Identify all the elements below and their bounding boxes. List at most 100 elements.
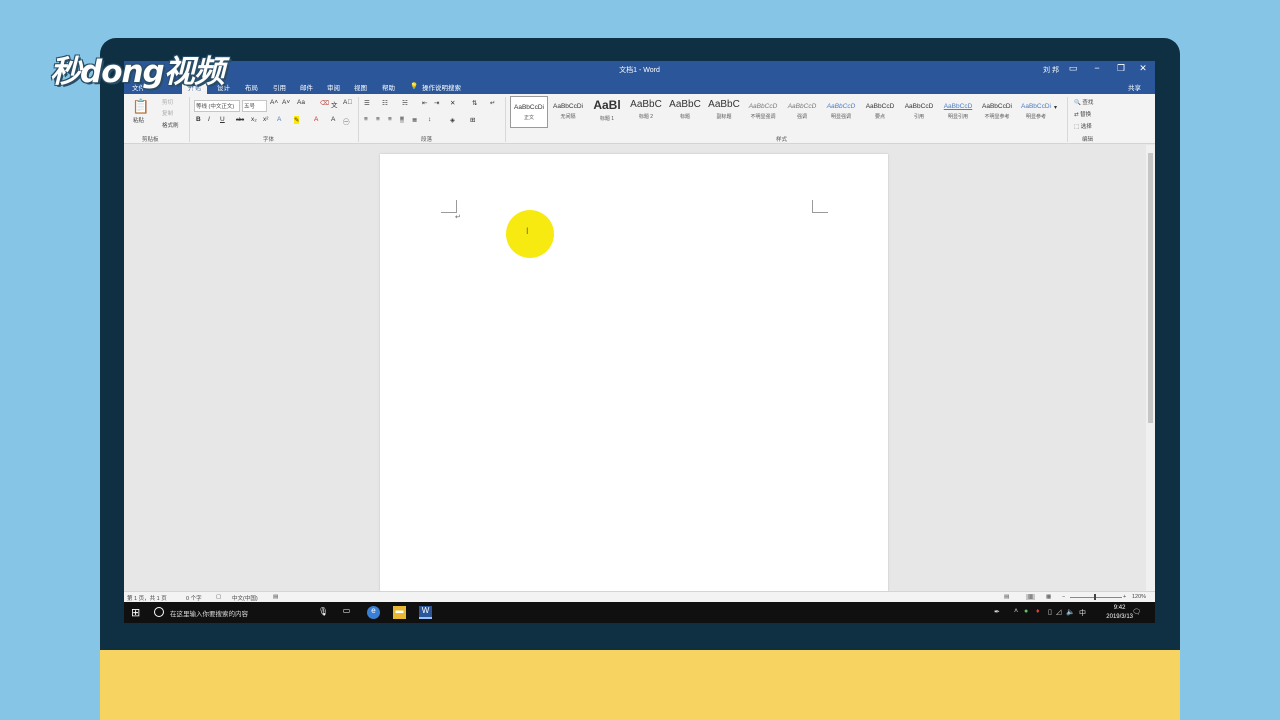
pen-icon[interactable]: ✒: [994, 608, 1000, 616]
subscript-button[interactable]: x₂: [251, 116, 257, 123]
select-button[interactable]: ⬚ 选择: [1074, 122, 1092, 130]
security-icon[interactable]: ♦: [1036, 608, 1040, 615]
styles-more-icon[interactable]: ▾: [1054, 104, 1057, 111]
bullets-icon[interactable]: ☰: [364, 99, 370, 107]
increase-indent-icon[interactable]: ⇥: [434, 99, 439, 107]
align-left-icon[interactable]: ≡: [364, 116, 368, 123]
text-effects-icon[interactable]: A: [277, 116, 281, 123]
shrink-font-icon[interactable]: A˅: [282, 99, 290, 106]
find-button[interactable]: 🔍 查找: [1074, 98, 1093, 106]
tell-me-search[interactable]: 操作说明搜索: [422, 82, 461, 92]
close-icon[interactable]: ✕: [1137, 63, 1149, 74]
format-painter-button[interactable]: 格式刷: [162, 121, 179, 129]
share-button[interactable]: 共享: [1128, 82, 1141, 92]
style-item[interactable]: AaBbCcD 明显强调: [822, 96, 860, 128]
zoom-slider[interactable]: [1070, 597, 1122, 598]
tab-references[interactable]: 引用: [273, 82, 286, 92]
print-layout-icon[interactable]: ▥: [1026, 594, 1036, 600]
font-name-select[interactable]: 等线 (中文正文): [194, 100, 240, 112]
line-spacing-icon[interactable]: ↕: [428, 116, 431, 123]
ribbon-display-icon[interactable]: ▭: [1067, 63, 1079, 74]
paste-button[interactable]: 粘贴: [133, 116, 144, 124]
restore-icon[interactable]: ❐: [1115, 63, 1127, 74]
char-border-icon[interactable]: A⃞: [343, 99, 352, 106]
vertical-scrollbar[interactable]: [1146, 145, 1155, 591]
style-item[interactable]: AaBbCcD 要点: [861, 96, 899, 128]
style-item[interactable]: AaBbCcD 不明显强调: [744, 96, 782, 128]
browser-icon[interactable]: e: [367, 606, 380, 619]
align-center-icon[interactable]: ≡: [376, 116, 380, 123]
minimize-icon[interactable]: −: [1091, 63, 1103, 73]
bold-button[interactable]: B: [196, 116, 201, 123]
style-item[interactable]: AaBbCcDi 不明显参考: [978, 96, 1016, 128]
word-taskbar-icon[interactable]: W: [419, 606, 432, 619]
distributed-icon[interactable]: ≣: [412, 116, 417, 124]
zoom-slider-thumb[interactable]: [1094, 594, 1096, 600]
tray-app-icon[interactable]: ▯: [1048, 608, 1052, 616]
tab-view[interactable]: 视图: [354, 82, 367, 92]
char-shading-icon[interactable]: A: [331, 116, 335, 123]
underline-button[interactable]: U: [220, 116, 225, 123]
style-item[interactable]: AaBbCcDi 正文: [510, 96, 548, 128]
style-item[interactable]: AaBbCcDi 无间隔: [549, 96, 587, 128]
notifications-icon[interactable]: 🗨: [1132, 608, 1141, 616]
wechat-icon[interactable]: ●: [1024, 608, 1028, 615]
zoom-in-icon[interactable]: +: [1123, 594, 1126, 600]
word-count[interactable]: 0 个字: [186, 594, 202, 602]
user-name[interactable]: 刘 邦: [1043, 65, 1059, 75]
style-item[interactable]: AaBbCcD 明显引用: [939, 96, 977, 128]
enclose-char-icon[interactable]: ㊀: [343, 116, 350, 126]
replace-button[interactable]: ⇄ 替换: [1074, 110, 1091, 118]
chinese-layout-icon[interactable]: ✕: [450, 99, 455, 107]
tray-chevron-icon[interactable]: ˄: [1014, 608, 1018, 615]
style-item[interactable]: AaBbCcD 强调: [783, 96, 821, 128]
grow-font-icon[interactable]: A˄: [270, 99, 278, 106]
italic-button[interactable]: I: [208, 116, 210, 123]
taskbar-search-box[interactable]: 在这里输入你要搜索的内容 🎙: [148, 602, 333, 623]
zoom-out-icon[interactable]: −: [1062, 594, 1065, 600]
macro-icon[interactable]: ▤: [273, 594, 278, 600]
sort-icon[interactable]: ⇅: [472, 99, 477, 107]
scrollbar-thumb[interactable]: [1148, 153, 1153, 423]
font-size-select[interactable]: 五号: [242, 100, 267, 112]
file-explorer-icon[interactable]: ▬: [393, 606, 406, 619]
change-case-icon[interactable]: Aa: [297, 99, 305, 106]
borders-icon[interactable]: ⊞: [470, 116, 475, 124]
tab-review[interactable]: 审阅: [327, 82, 340, 92]
read-mode-icon[interactable]: ▤: [1004, 594, 1009, 600]
decrease-indent-icon[interactable]: ⇤: [422, 99, 427, 107]
font-color-icon[interactable]: A: [314, 116, 318, 123]
task-view-icon[interactable]: ▭: [340, 606, 353, 619]
cut-button[interactable]: 剪切: [162, 98, 173, 106]
style-item[interactable]: AaBbC 标题 2: [627, 96, 665, 128]
multilevel-list-icon[interactable]: ☵: [402, 99, 408, 107]
style-item[interactable]: AaBl 标题 1: [588, 96, 626, 128]
document-page[interactable]: ↵ I: [380, 154, 888, 591]
show-marks-icon[interactable]: ↵: [490, 99, 495, 107]
volume-icon[interactable]: 🔈: [1066, 608, 1075, 616]
style-item[interactable]: AaBbC 标题: [666, 96, 704, 128]
strikethrough-button[interactable]: abc: [236, 117, 244, 123]
clear-format-icon[interactable]: ⌫: [320, 99, 329, 107]
copy-button[interactable]: 复制: [162, 109, 173, 117]
highlight-color-icon[interactable]: ✎: [294, 116, 300, 124]
justify-icon[interactable]: ≡: [400, 116, 404, 123]
superscript-button[interactable]: x²: [263, 116, 268, 123]
language-status[interactable]: 中文(中国): [232, 594, 258, 602]
tab-mailings[interactable]: 邮件: [300, 82, 313, 92]
phonetic-guide-icon[interactable]: 文: [331, 99, 338, 109]
numbering-icon[interactable]: ☷: [382, 99, 388, 107]
page-count[interactable]: 第 1 页，共 1 页: [127, 594, 167, 602]
taskbar-clock[interactable]: 9:42 2019/3/13: [1106, 604, 1133, 622]
tab-help[interactable]: 帮助: [382, 82, 395, 92]
web-layout-icon[interactable]: ▦: [1046, 594, 1051, 600]
style-item[interactable]: AaBbCcDi 明显参考: [1017, 96, 1055, 128]
network-icon[interactable]: ◿: [1056, 608, 1061, 616]
align-right-icon[interactable]: ≡: [388, 116, 392, 123]
windows-start-icon[interactable]: ⊞: [131, 606, 140, 619]
tab-layout[interactable]: 布局: [245, 82, 258, 92]
ime-indicator[interactable]: 中: [1079, 608, 1086, 618]
proofing-icon[interactable]: ▢: [216, 594, 221, 600]
paste-icon[interactable]: 📋: [132, 98, 149, 115]
style-item[interactable]: AaBbCcD 引用: [900, 96, 938, 128]
